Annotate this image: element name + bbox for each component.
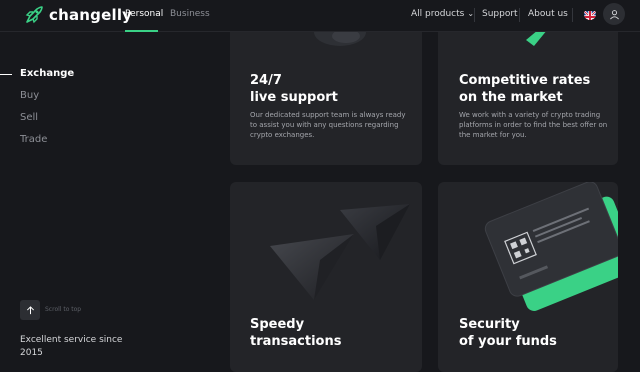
- user-icon: [609, 9, 619, 19]
- support-link[interactable]: Support: [482, 9, 518, 19]
- sidebar-item-buy[interactable]: Buy: [20, 90, 39, 101]
- sidebar-item-exchange[interactable]: Exchange: [20, 68, 74, 79]
- rocket-icon: [25, 6, 43, 24]
- card-title: 24/7 live support: [250, 73, 338, 105]
- header-divider: [519, 8, 520, 22]
- about-us-link[interactable]: About us: [528, 9, 568, 19]
- brand-name: changelly: [49, 6, 133, 24]
- account-button[interactable]: [603, 3, 625, 25]
- language-button[interactable]: [584, 8, 596, 20]
- crypto-card-illustration: [484, 182, 618, 311]
- sidebar-item-sell[interactable]: Sell: [20, 112, 38, 123]
- top-header: changelly Personal Business All products…: [0, 0, 640, 32]
- feature-card-rates: Competitive rates on the market We work …: [438, 22, 618, 165]
- card-description: We work with a variety of crypto trading…: [459, 111, 608, 139]
- tab-business[interactable]: Business: [170, 9, 210, 19]
- header-divider: [474, 8, 475, 22]
- all-products-menu[interactable]: All products ⌄: [411, 9, 474, 19]
- scroll-to-top-button[interactable]: [20, 300, 40, 320]
- all-products-label: All products: [411, 9, 465, 19]
- sidebar-active-indicator: [0, 74, 12, 75]
- feature-card-support: 24/7 live support Our dedicated support …: [230, 22, 422, 165]
- header-divider: [572, 8, 573, 22]
- card-title: Speedy transactions: [250, 317, 342, 349]
- scroll-to-top-label: Scroll to top: [45, 306, 82, 313]
- sidebar-item-trade[interactable]: Trade: [20, 134, 47, 145]
- card-title: Security of your funds: [459, 317, 557, 349]
- card-title: Competitive rates on the market: [459, 73, 591, 105]
- tagline: Excellent service since 2015: [20, 335, 123, 358]
- feature-card-speed: Speedy transactions: [230, 182, 422, 372]
- tab-personal[interactable]: Personal: [125, 9, 163, 19]
- uk-flag-icon: [584, 10, 596, 20]
- active-tab-indicator: [125, 30, 158, 32]
- feature-card-security: Security of your funds: [438, 182, 618, 372]
- paper-plane-illustration: [270, 204, 410, 300]
- arrow-up-icon: [26, 305, 34, 314]
- changelly-logo[interactable]: changelly: [24, 5, 132, 25]
- card-description: Our dedicated support team is always rea…: [250, 111, 406, 139]
